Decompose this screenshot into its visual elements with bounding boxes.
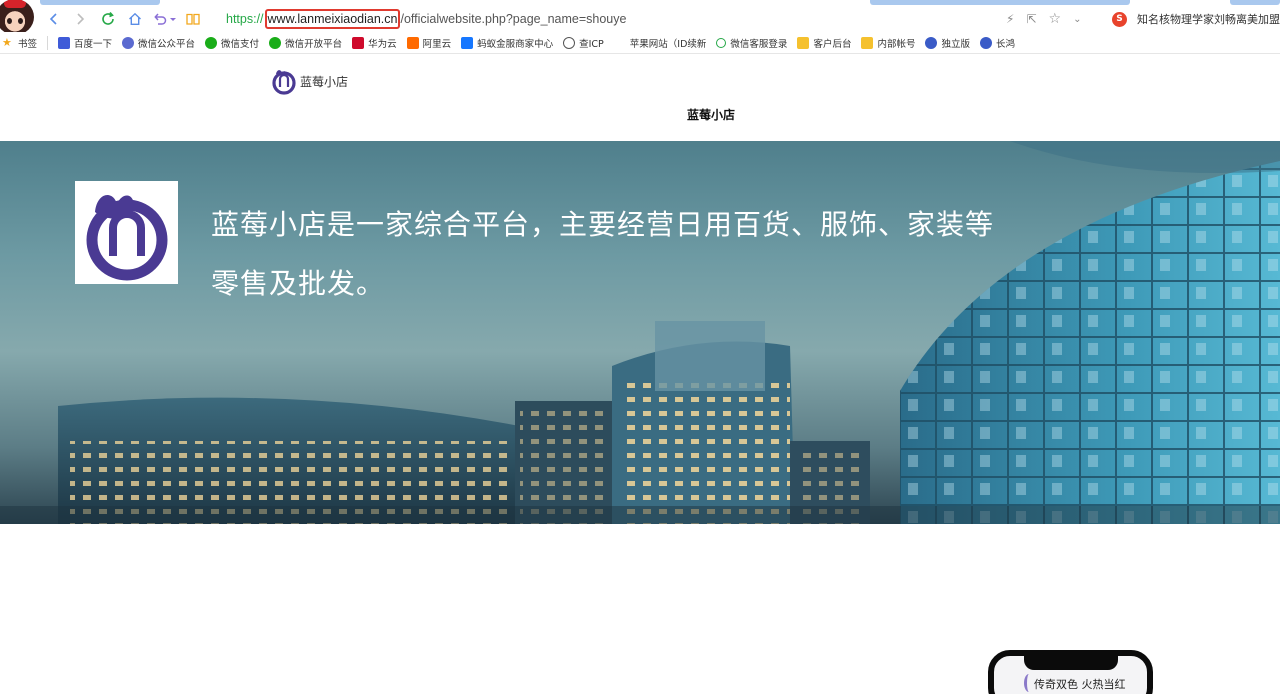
back-arrow-icon xyxy=(49,13,57,25)
bookmark-item[interactable]: 阿里云 xyxy=(406,36,452,50)
phone-mockup: 传奇双色 火热当红 xyxy=(988,650,1153,694)
wechat-mp-icon xyxy=(122,36,135,49)
undo-dropdown-button[interactable] xyxy=(168,9,178,29)
wave-decoration-icon xyxy=(1024,674,1034,692)
avatar-eye xyxy=(18,18,23,24)
phone-notch xyxy=(1024,656,1118,670)
aliyun-icon xyxy=(406,36,419,49)
chevron-down-icon[interactable]: ⌄ xyxy=(1073,14,1081,25)
back-button[interactable] xyxy=(44,9,64,29)
bookmark-item[interactable]: 内部帐号 xyxy=(861,36,915,50)
folder-icon xyxy=(797,36,810,49)
url-path: /officialwebsite.php?page_name=shouye xyxy=(400,12,627,26)
undo-close-tab-button[interactable] xyxy=(150,9,170,29)
sogou-search-icon[interactable]: S xyxy=(1112,11,1127,27)
bookmark-label: 查ICP xyxy=(579,38,604,50)
bookmark-label: 书签 xyxy=(18,38,38,50)
bookmark-label: 蚂蚁金服商家中心 xyxy=(477,38,554,50)
url-scheme: https:// xyxy=(226,12,264,26)
bookmark-label: 客户后台 xyxy=(813,38,852,50)
alipay-icon xyxy=(461,36,474,49)
baidu-paw-icon xyxy=(58,36,71,49)
bookmark-item[interactable]: 百度一下 xyxy=(58,36,112,50)
bookmark-label: 微信开放平台 xyxy=(285,38,343,50)
globe-icon xyxy=(563,36,576,49)
avatar-eye xyxy=(7,18,12,24)
undo-icon xyxy=(154,13,167,25)
bookmark-label: 微信公众平台 xyxy=(138,38,196,50)
bookmark-item[interactable]: 查ICP xyxy=(563,36,604,50)
bookmark-item[interactable]: 微信开放平台 xyxy=(269,36,342,50)
bookmark-item[interactable]: 长鸿 xyxy=(979,36,1015,50)
forward-arrow-icon xyxy=(77,13,85,25)
bookmark-label: 苹果网站（ID续新 xyxy=(629,38,707,50)
wechat-open-icon xyxy=(269,36,282,49)
bookmark-item[interactable]: 客户后台 xyxy=(797,36,851,50)
reading-mode-button[interactable] xyxy=(183,9,203,29)
share-icon[interactable]: ⇱ xyxy=(1026,12,1036,26)
refresh-green-icon xyxy=(716,37,727,48)
bookmark-item[interactable]: 微信客服登录 xyxy=(716,36,787,50)
s-logo-icon xyxy=(925,36,938,49)
bookmark-label: 百度一下 xyxy=(74,38,113,50)
bookmark-item[interactable]: 蚂蚁金服商家中心 xyxy=(461,36,553,50)
bookmark-item[interactable]: ★ 书签 xyxy=(2,36,37,50)
bookmark-label: 内部帐号 xyxy=(877,38,916,50)
site-header: 蓝莓小店 蓝莓小店 xyxy=(0,55,1280,141)
dropdown-caret-icon xyxy=(170,18,176,21)
bookmarks-bar: ★ 书签 百度一下 微信公众平台 微信支付 微信开放平台 华为云 阿里云 蚂蚁金服商家中心 查IC… xyxy=(0,32,1280,54)
s-logo-icon xyxy=(979,36,992,49)
lightning-icon[interactable]: ⚡ xyxy=(1006,12,1014,26)
bookmark-item[interactable]: 华为云 xyxy=(352,36,397,50)
user-avatar[interactable] xyxy=(0,0,34,35)
bookmark-item[interactable]: 微信支付 xyxy=(205,36,259,50)
phone-caption: 传奇双色 火热当红 xyxy=(1034,678,1126,691)
reload-button[interactable] xyxy=(98,9,118,29)
bookmark-label: 长鸿 xyxy=(995,38,1015,50)
reload-icon xyxy=(102,11,114,25)
blueberry-logo-icon xyxy=(272,70,296,95)
bookmark-star-icon[interactable]: ☆ xyxy=(1049,11,1062,27)
bookmark-label: 微信客服登录 xyxy=(730,38,788,50)
bookmark-item[interactable]: 微信公众平台 xyxy=(122,36,195,50)
folder-icon xyxy=(861,36,874,49)
star-icon: ★ xyxy=(2,35,12,49)
bookmark-label: 微信支付 xyxy=(221,38,260,50)
home-button[interactable] xyxy=(125,9,145,29)
search-box[interactable]: S 知名核物理学家刘畅离美加盟北大 xyxy=(1112,9,1280,29)
home-icon xyxy=(129,12,141,25)
site-logo[interactable]: 蓝莓小店 xyxy=(272,67,348,95)
nav-item-home[interactable]: 蓝莓小店 xyxy=(687,106,735,123)
address-bar-tools: ⚡ ⇱ ☆ ⌄ xyxy=(1006,9,1081,29)
bookmark-separator xyxy=(47,35,49,50)
apple-icon xyxy=(614,37,626,49)
address-bar[interactable]: https:// www.lanmeixiaodian.cn /official… xyxy=(226,7,1006,31)
huawei-icon xyxy=(352,36,365,49)
bookmark-item[interactable]: 苹果网站（ID续新 xyxy=(614,36,707,50)
bookmark-label: 阿里云 xyxy=(422,38,452,50)
search-hint-text: 知名核物理学家刘畅离美加盟北大 xyxy=(1137,13,1280,26)
hero-banner: 蓝莓小店是一家综合平台，主要经营日用百货、服饰、家装等零售及批发。 xyxy=(0,141,1280,524)
logo-text: 蓝莓小店 xyxy=(300,74,349,89)
url-host-highlighted: www.lanmeixiaodian.cn xyxy=(264,9,401,29)
blueberry-logo-icon xyxy=(86,194,167,280)
book-icon xyxy=(186,13,200,25)
bookmark-item[interactable]: 独立版 xyxy=(925,36,970,50)
forward-button[interactable] xyxy=(70,9,90,29)
hero-brand-logo xyxy=(75,181,178,284)
bookmark-label: 华为云 xyxy=(368,38,397,50)
hero-description: 蓝莓小店是一家综合平台，主要经营日用百货、服饰、家装等零售及批发。 xyxy=(211,208,995,300)
bookmark-label: 独立版 xyxy=(941,38,970,50)
browser-toolbar: https:// www.lanmeixiaodian.cn /official… xyxy=(0,0,1280,35)
wechat-pay-icon xyxy=(205,36,218,49)
avatar-bow xyxy=(4,0,26,8)
